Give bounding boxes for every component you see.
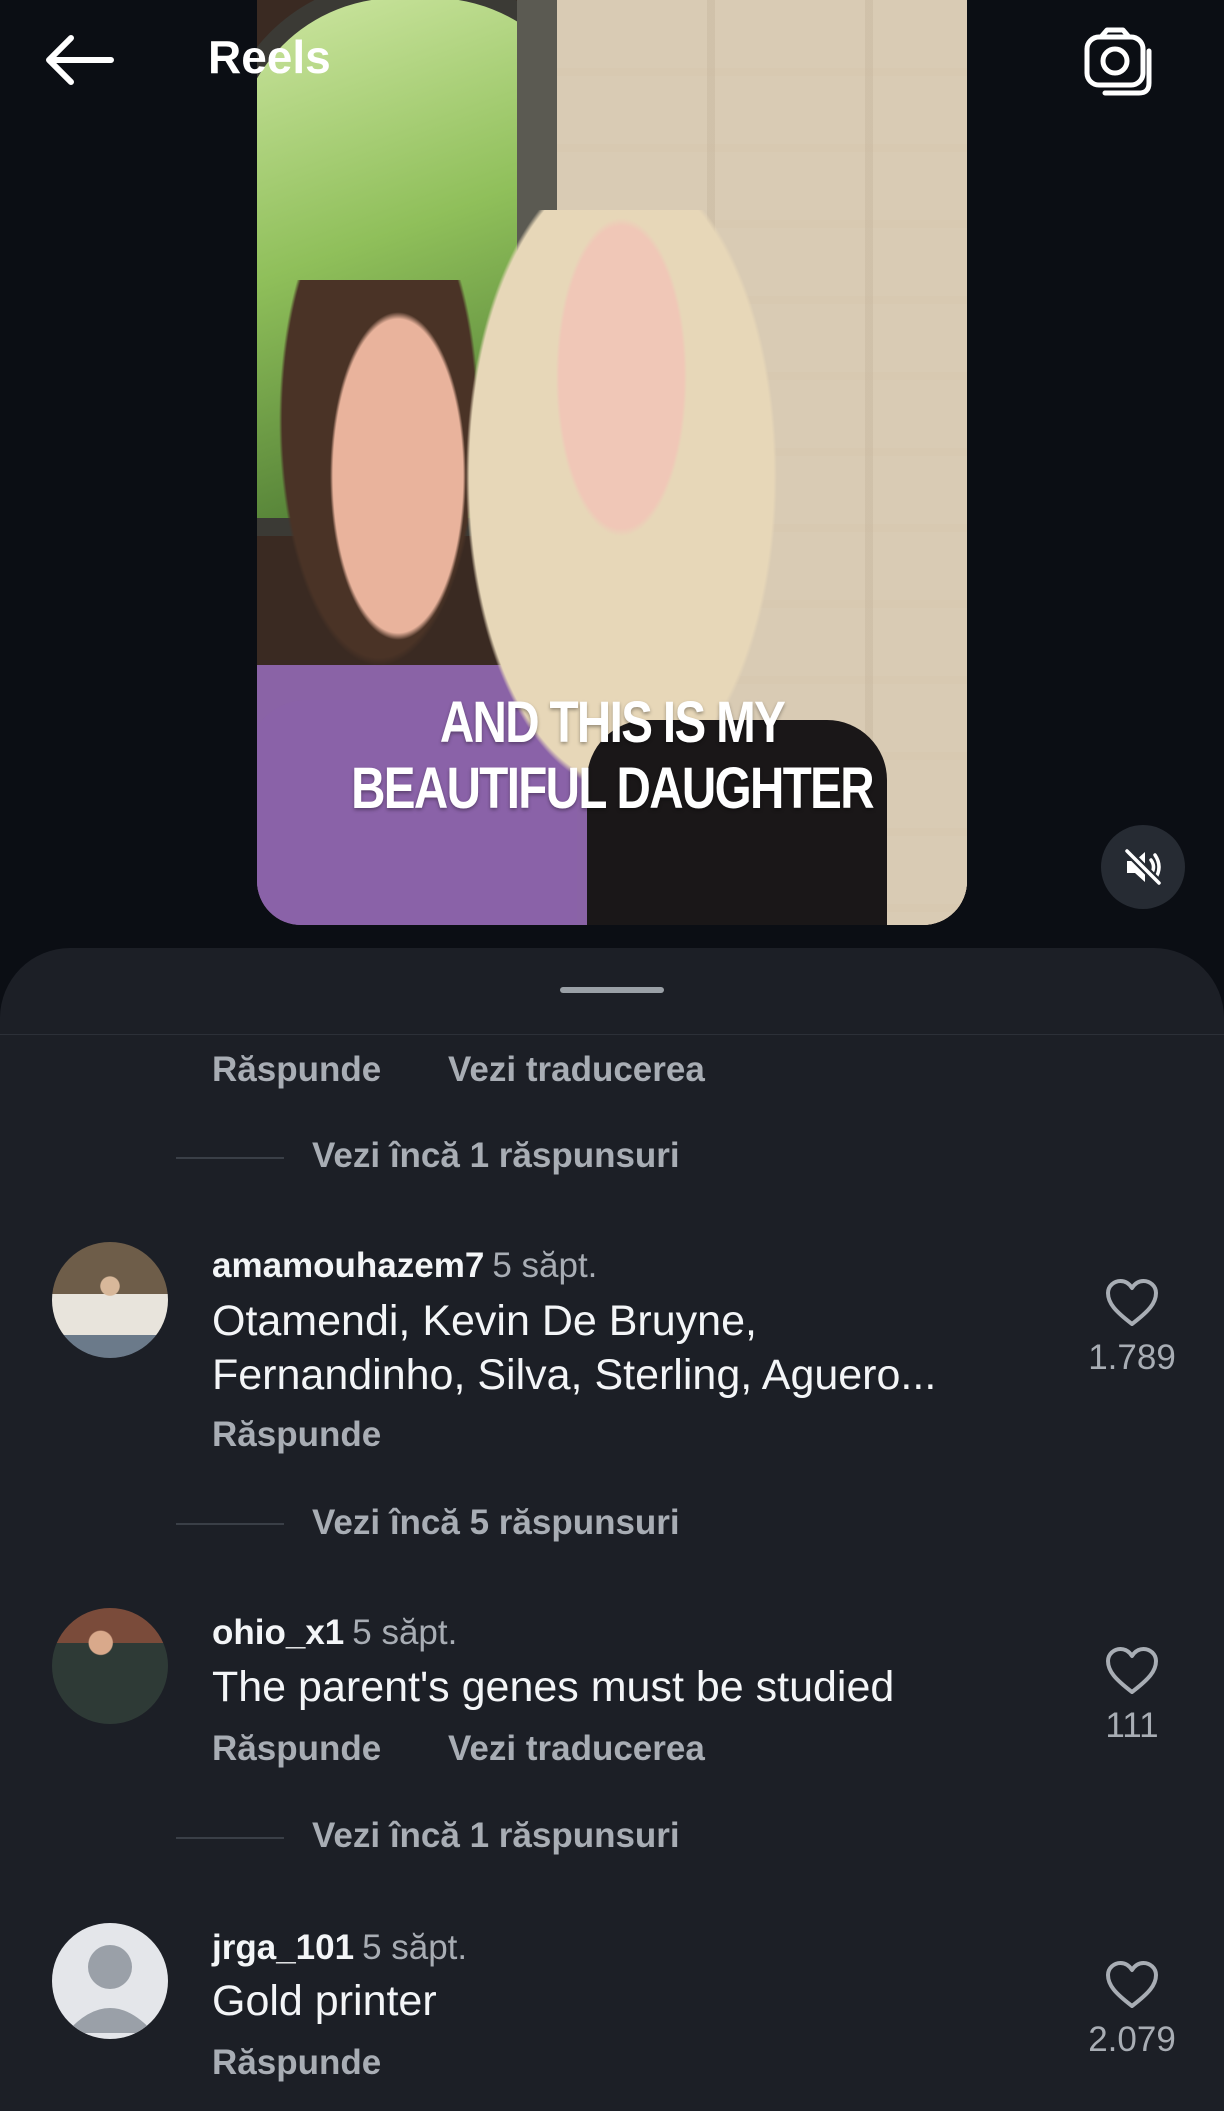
heart-outline-icon (1106, 1961, 1158, 2008)
mute-button[interactable] (1101, 825, 1185, 909)
reply-button[interactable]: Răspunde (212, 1415, 381, 1455)
arrow-left-icon (46, 35, 114, 85)
comment-username[interactable]: ohio_x1 5 săpt. (212, 1613, 457, 1653)
like-count: 2.079 (1088, 2020, 1176, 2059)
comment-username[interactable]: amamouhazem7 5 săpt. (212, 1246, 597, 1286)
divider (176, 1837, 284, 1839)
comment-text-line: Fernandinho, Silva, Sterling, Aguero... (212, 1351, 937, 1399)
comment-username[interactable]: jrga_101 5 săpt. (212, 1928, 467, 1968)
heart-outline-icon (1106, 1279, 1158, 1326)
comment-text: Gold printer (212, 1974, 1032, 2028)
page-title: Reels (208, 31, 331, 83)
comment-text-line: Otamendi, Kevin De Bruyne, (212, 1297, 757, 1345)
divider (176, 1157, 284, 1159)
camera-icon (1084, 27, 1152, 96)
username-text[interactable]: jrga_101 (212, 1928, 354, 1967)
reply-button[interactable]: Răspunde (212, 2043, 381, 2083)
comment-time: 5 săpt. (492, 1246, 598, 1285)
username-text[interactable]: ohio_x1 (212, 1613, 344, 1652)
sheet-drag-handle[interactable] (560, 987, 664, 993)
view-more-replies-button[interactable]: Vezi încă 1 răspunsuri (312, 1816, 680, 1856)
comment-time: 5 săpt. (362, 1928, 468, 1967)
comment-text-line: The parent's genes must be studied (212, 1663, 895, 1711)
like-count: 111 (1105, 1706, 1159, 1745)
view-more-replies-button[interactable]: Vezi încă 5 răspunsuri (312, 1503, 680, 1543)
see-translation-button[interactable]: Vezi traducerea (448, 1729, 705, 1769)
reply-button[interactable]: Răspunde (212, 1050, 381, 1090)
muted-speaker-icon (1123, 847, 1163, 887)
like-button[interactable]: 111 (1072, 1646, 1192, 1746)
divider (176, 1523, 284, 1525)
camera-button[interactable] (1078, 24, 1162, 100)
comment-time: 5 săpt. (352, 1613, 458, 1652)
avatar[interactable] (52, 1242, 168, 1358)
like-button[interactable]: 2.079 (1072, 1960, 1192, 2060)
comment-text-line: Gold printer (212, 1977, 437, 2025)
see-translation-button[interactable]: Vezi traducerea (448, 1050, 705, 1090)
comment-text: Otamendi, Kevin De Bruyne, Fernandinho, … (212, 1294, 1032, 1402)
reply-button[interactable]: Răspunde (212, 1729, 381, 1769)
video-caption-line: BEAUTIFUL DAUGHTER (351, 756, 874, 821)
default-avatar-icon (66, 1945, 154, 2033)
username-text[interactable]: amamouhazem7 (212, 1246, 484, 1285)
avatar[interactable] (52, 1608, 168, 1724)
video-caption: AND THIS IS MY BEAUTIFUL DAUGHTER (321, 690, 903, 822)
divider (0, 1034, 1224, 1035)
avatar[interactable] (52, 1923, 168, 2039)
view-more-replies-button[interactable]: Vezi încă 1 răspunsuri (312, 1136, 680, 1176)
comment-text: The parent's genes must be studied (212, 1660, 1032, 1714)
top-bar: Reels (0, 0, 1224, 120)
reel-video[interactable]: AND THIS IS MY BEAUTIFUL DAUGHTER (257, 0, 967, 925)
video-caption-line: AND THIS IS MY (439, 690, 786, 755)
like-button[interactable]: 1.789 (1072, 1278, 1192, 1378)
comments-sheet: Răspunde Vezi traducerea Vezi încă 1 răs… (0, 948, 1224, 2111)
like-count: 1.789 (1088, 1338, 1176, 1377)
back-button[interactable] (36, 26, 120, 94)
heart-outline-icon (1106, 1647, 1158, 1694)
